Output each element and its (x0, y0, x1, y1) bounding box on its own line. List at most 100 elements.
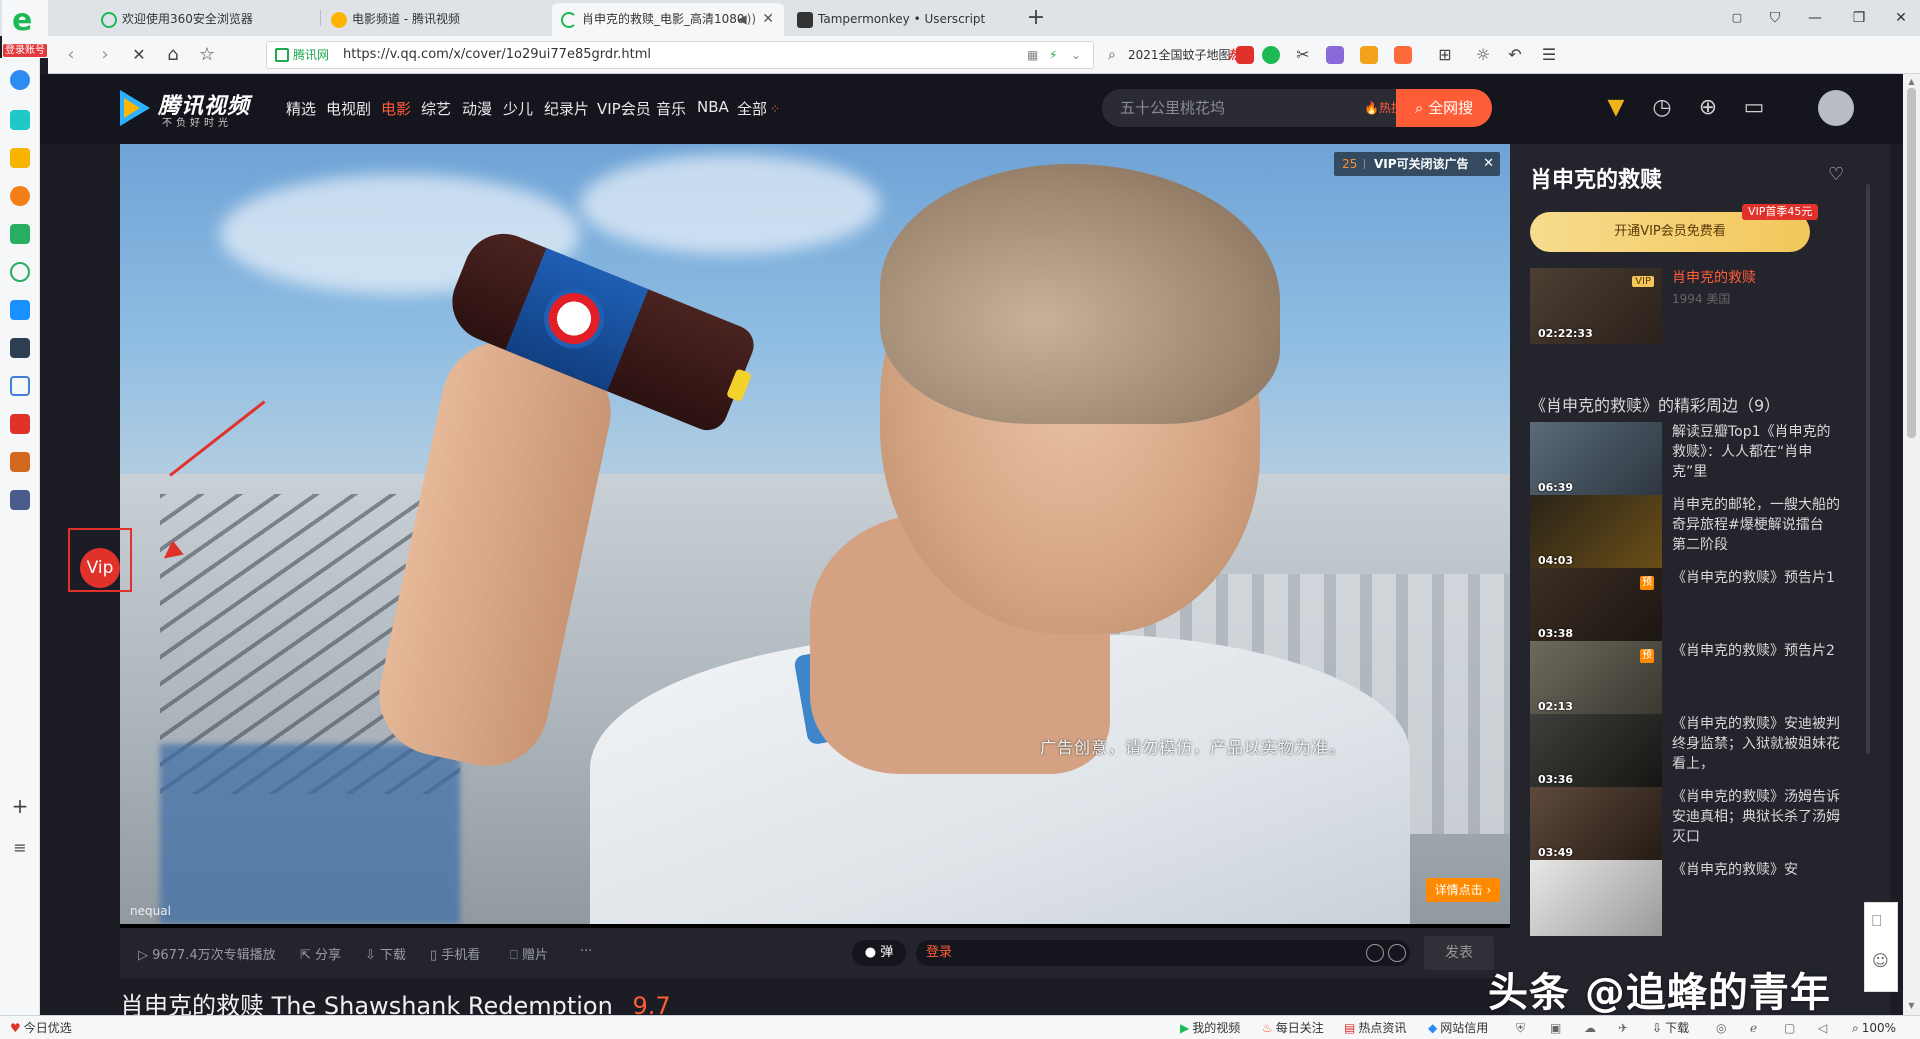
window-status-icon[interactable]: ▢ (1784, 1016, 1795, 1039)
thumbnail[interactable]: 04:03 (1530, 495, 1662, 571)
undo-icon[interactable]: ↶ (1504, 44, 1526, 66)
nav-item[interactable]: 精选 (286, 98, 316, 119)
close-icon[interactable]: ✕ (762, 3, 774, 36)
restore-icon[interactable]: ❐ (1844, 4, 1874, 32)
weibo-icon[interactable] (10, 186, 30, 206)
share-button[interactable]: ⇱ 分享 (300, 944, 341, 963)
add-icon[interactable]: + (8, 794, 32, 818)
thumbnail[interactable] (1530, 860, 1662, 936)
item-title[interactable]: 《肖申克的救赎》预告片2 (1672, 641, 1842, 661)
new-tab-button[interactable]: + (1022, 4, 1050, 32)
forward-icon[interactable]: › (92, 42, 118, 68)
url-bar[interactable]: 腾讯网 https://v.qq.com/x/cover/1o29ui77e85… (266, 41, 1094, 69)
news-icon[interactable] (10, 338, 30, 358)
brightness-icon[interactable]: ☼ (1472, 44, 1494, 66)
list-item[interactable]: 预 02:13 《肖申克的救赎》预告片2 (1530, 641, 1860, 717)
list-icon[interactable]: ≡ (8, 836, 32, 860)
nav-item[interactable]: VIP会员 (597, 98, 651, 119)
client-icon[interactable]: ▭ (1738, 92, 1770, 124)
bookmark-star-icon[interactable]: ☆ (194, 42, 220, 68)
url-text[interactable]: https://v.qq.com/x/cover/1o29ui77e85grdr… (343, 42, 651, 68)
ext-icon[interactable] (1236, 46, 1254, 64)
grid-icon[interactable]: ▦ (1027, 42, 1038, 68)
page-scrollbar[interactable]: ▲ ▼ (1903, 74, 1920, 1015)
volume-status-icon[interactable]: ◁ (1818, 1016, 1827, 1039)
site-search[interactable]: 五十公里桃花坞 🔥热搜榜 ⌕ 全网搜 (1102, 89, 1492, 127)
plane-status-icon[interactable]: ✈ (1618, 1016, 1628, 1039)
scroll-down-icon[interactable]: ▼ (1906, 1000, 1917, 1011)
red-icon[interactable] (10, 414, 30, 434)
speed-status-icon[interactable]: ◎ (1716, 1016, 1726, 1039)
emoji-icon[interactable] (1366, 944, 1384, 962)
item-title[interactable]: 《肖申克的救赎》安 (1672, 860, 1842, 880)
login-account-badge[interactable]: 登录账号 (3, 44, 47, 57)
tab-tampermonkey[interactable]: Tampermonkey • Userscript (788, 3, 1014, 36)
mobile-button[interactable]: ▯ 手机看 (430, 944, 480, 963)
thumbnail[interactable]: 预 03:38 (1530, 568, 1662, 644)
shirt-icon[interactable]: ⛉ (1760, 4, 1790, 32)
grid-dots-icon[interactable]: ⁘ (770, 102, 784, 116)
nav-item[interactable]: NBA (697, 98, 729, 116)
my-videos[interactable]: ▶ 我的视频 (1180, 1016, 1240, 1039)
upload-icon[interactable]: ⊕ (1692, 92, 1724, 124)
nav-item[interactable]: 纪录片 (544, 98, 589, 119)
vip-float-button[interactable]: Vip (68, 528, 132, 592)
feedback-icon[interactable]: ☺ (1872, 951, 1889, 970)
translate-icon[interactable] (1326, 46, 1344, 64)
download-button[interactable]: ⇩ 下载 (365, 944, 406, 963)
more-button[interactable]: ··· (580, 944, 592, 959)
nav-item[interactable]: 综艺 (421, 98, 451, 119)
gift-button[interactable]: ⎕ 赠片 (510, 944, 548, 963)
item-title[interactable]: 《肖申克的救赎》预告片1 (1672, 568, 1842, 588)
menu-icon[interactable]: ☰ (1538, 44, 1560, 66)
back-icon[interactable]: ‹ (58, 42, 84, 68)
ad-close-text[interactable]: VIP可关闭该广告 (1374, 152, 1469, 176)
main-video-item[interactable]: VIP 02:22:33 肖申克的救赎 1994 美国 (1530, 268, 1860, 344)
mute-icon[interactable]: ◀)) (737, 3, 756, 36)
item-title[interactable]: 《肖申克的救赎》汤姆告诉安迪真相；典狱长杀了汤姆灭口 (1672, 787, 1842, 847)
chevron-down-icon[interactable]: ⌄ (1071, 42, 1081, 68)
send-button[interactable]: 发表 (1424, 936, 1494, 970)
thumbnail[interactable]: 03:49 (1530, 787, 1662, 863)
nav-item[interactable]: 少儿 (503, 98, 533, 119)
danmu-toggle[interactable]: ● 弹 (852, 940, 906, 966)
hot-news[interactable]: ▤ 热点资讯 (1344, 1016, 1406, 1039)
scissors-icon[interactable]: ✂ (1292, 44, 1314, 66)
panel-scrollbar[interactable] (1866, 184, 1870, 754)
cloud-status-icon[interactable]: ☁ (1584, 1016, 1596, 1039)
p-icon[interactable] (10, 300, 30, 320)
tab-count-icon[interactable]: ▢ (1722, 4, 1752, 32)
search-button[interactable]: ⌕ 全网搜 (1396, 89, 1492, 127)
follow-icon[interactable]: ♡ (1828, 164, 1844, 185)
game2-icon[interactable] (10, 490, 30, 510)
list-item[interactable]: 预 03:38 《肖申克的救赎》预告片1 (1530, 568, 1860, 644)
list-item[interactable]: 03:49 《肖申克的救赎》汤姆告诉安迪真相；典狱长杀了汤姆灭口 (1530, 787, 1860, 863)
ie-status-icon[interactable]: ℯ (1750, 1016, 1757, 1039)
browser-logo[interactable]: e 登录账号 (2, 0, 48, 58)
compass-icon[interactable] (10, 70, 30, 90)
list-item[interactable]: 06:39 解读豆瓣Top1《肖申克的救赎》：人人都在“肖申克”里 (1530, 422, 1860, 498)
home-icon[interactable]: ⌂ (160, 42, 186, 68)
tab-welcome[interactable]: 欢迎使用360安全浏览器 (92, 3, 318, 36)
style-icon[interactable] (1388, 944, 1406, 962)
star-icon[interactable] (10, 148, 30, 168)
thumbnail[interactable]: 03:36 (1530, 714, 1662, 790)
game-icon[interactable] (10, 452, 30, 472)
thumbnail[interactable]: 06:39 (1530, 422, 1662, 498)
item-title[interactable]: 《肖申克的救赎》安迪被判终身监禁；入狱就被姐妹花看上， (1672, 714, 1842, 774)
shield-status-icon[interactable]: ⛨ (1516, 1016, 1525, 1039)
list-item[interactable]: 《肖申克的救赎》安 (1530, 860, 1860, 936)
site-credit[interactable]: ◆ 网站信用 (1428, 1016, 1488, 1039)
game-ext-icon[interactable] (1394, 46, 1412, 64)
image-status-icon[interactable]: ▣ (1550, 1016, 1561, 1039)
nav-item[interactable]: 动漫 (462, 98, 492, 119)
shield-icon[interactable] (1360, 46, 1378, 64)
login-link[interactable]: 登录 (926, 940, 952, 966)
list-item[interactable]: 03:36 《肖申克的救赎》安迪被判终身监禁；入狱就被姐妹花看上， (1530, 714, 1860, 790)
mail-icon[interactable] (10, 224, 30, 244)
minimize-icon[interactable]: — (1800, 4, 1830, 32)
item-title[interactable]: 解读豆瓣Top1《肖申克的救赎》：人人都在“肖申克”里 (1672, 422, 1842, 482)
scroll-up-icon[interactable]: ▲ (1906, 76, 1917, 87)
ext-green-icon[interactable] (1262, 46, 1280, 64)
stop-icon[interactable]: ✕ (126, 42, 152, 68)
